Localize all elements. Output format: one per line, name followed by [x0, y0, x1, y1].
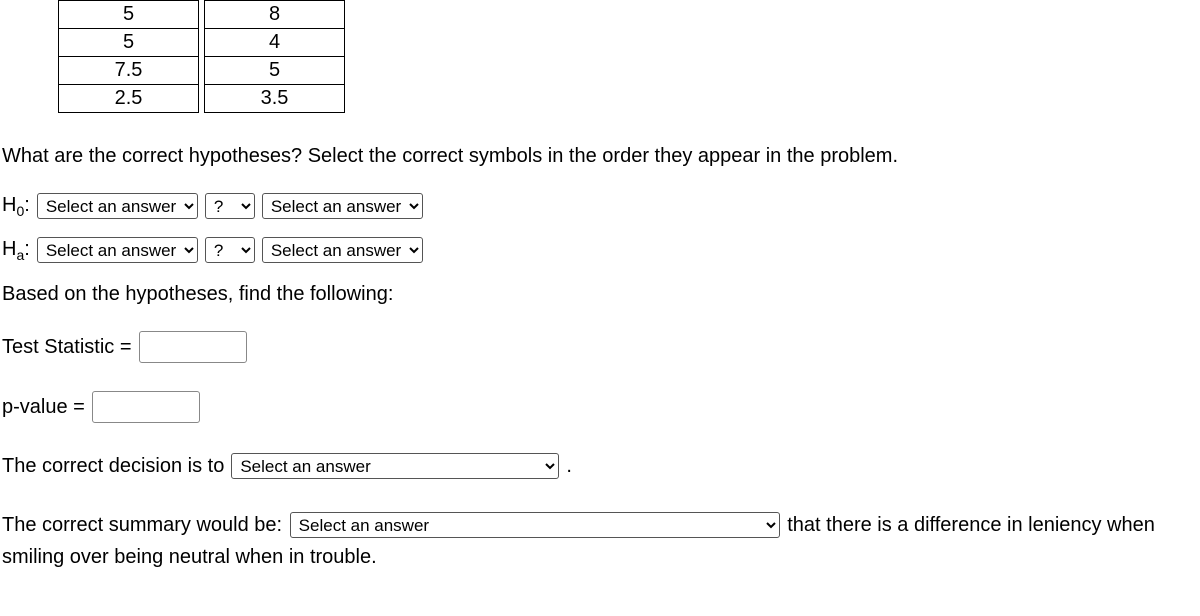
cell: 5 — [59, 29, 199, 57]
h0-param1-select[interactable]: Select an answer — [37, 193, 198, 219]
summary-select[interactable]: Select an answer — [290, 512, 780, 538]
h0-operator-select[interactable]: ? — [205, 193, 255, 219]
summary-row: The correct summary would be: Select an … — [2, 509, 1200, 573]
pvalue-label: p-value = — [2, 392, 85, 422]
test-statistic-label: Test Statistic = — [2, 332, 132, 362]
cell: 7.5 — [59, 57, 199, 85]
cell: 2.5 — [59, 85, 199, 113]
table-row: 7.5 5 — [59, 57, 345, 85]
ha-param1-select[interactable]: Select an answer — [37, 237, 198, 263]
cell: 5 — [205, 57, 345, 85]
cell: 8 — [205, 1, 345, 29]
question-hypotheses: What are the correct hypotheses? Select … — [2, 143, 1200, 169]
based-on-text: Based on the hypotheses, find the follow… — [2, 281, 1200, 307]
pvalue-row: p-value = — [2, 391, 1200, 423]
h0-label: H0: — [2, 194, 30, 219]
cell: 4 — [205, 29, 345, 57]
decision-suffix: . — [566, 451, 572, 481]
test-statistic-input[interactable] — [139, 331, 247, 363]
test-statistic-row: Test Statistic = — [2, 331, 1200, 363]
ha-row: Ha: Select an answer ? Select an answer — [2, 237, 1200, 263]
table-row: 5 4 — [59, 29, 345, 57]
table-row: 5 8 — [59, 1, 345, 29]
h0-row: H0: Select an answer ? Select an answer — [2, 193, 1200, 219]
pvalue-input[interactable] — [92, 391, 200, 423]
h0-param2-select[interactable]: Select an answer — [262, 193, 423, 219]
cell: 5 — [59, 1, 199, 29]
decision-prefix: The correct decision is to — [2, 451, 224, 481]
table-row: 2.5 3.5 — [59, 85, 345, 113]
ha-operator-select[interactable]: ? — [205, 237, 255, 263]
ha-param2-select[interactable]: Select an answer — [262, 237, 423, 263]
summary-prefix: The correct summary would be: — [2, 514, 282, 536]
decision-row: The correct decision is to Select an ans… — [2, 451, 1200, 481]
data-table: 5 8 5 4 7.5 5 2.5 3.5 — [58, 0, 345, 113]
decision-select[interactable]: Select an answer — [231, 453, 559, 479]
cell: 3.5 — [205, 85, 345, 113]
ha-label: Ha: — [2, 238, 30, 263]
